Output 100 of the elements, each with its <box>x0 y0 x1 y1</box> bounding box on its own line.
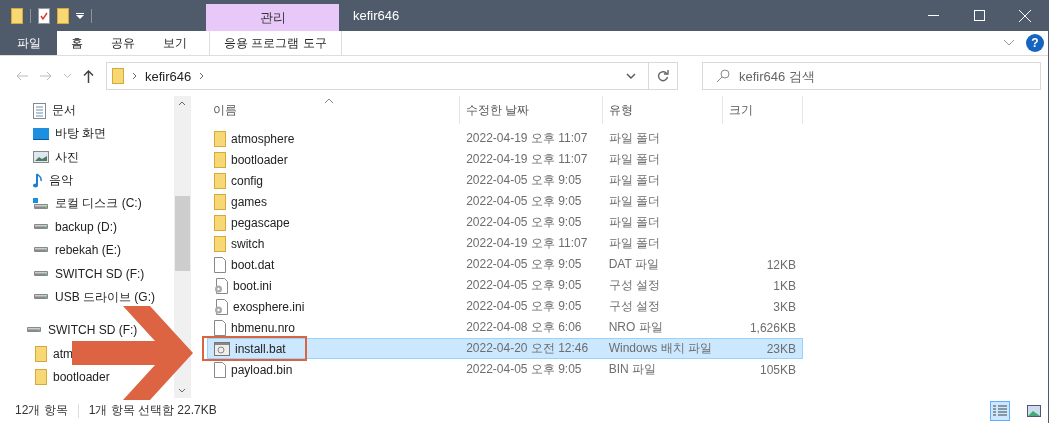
drive-icon <box>33 197 49 210</box>
chevron-icon[interactable] <box>199 72 205 80</box>
file-name: bootloader <box>231 152 288 167</box>
folder-icon <box>214 151 226 168</box>
gear-file-icon <box>214 298 228 315</box>
file-row[interactable]: games 2022-04-05 오후 9:05 파일 폴더 <box>207 191 803 212</box>
sidebar-item[interactable]: SWITCH SD (F:) <box>26 318 138 342</box>
help-button[interactable]: ? <box>1026 34 1044 52</box>
size-cell: 1,626KB <box>749 320 796 335</box>
type-cell: 파일 폴더 <box>608 172 660 189</box>
scroll-down-icon[interactable] <box>178 388 186 393</box>
landscape-icon <box>33 151 49 164</box>
sidebar-item[interactable]: 음악 <box>33 168 73 193</box>
close-icon <box>1019 9 1031 22</box>
minimize-icon <box>927 14 939 17</box>
type-cell: DAT 파일 <box>608 256 659 273</box>
file-icon <box>214 361 226 378</box>
sidebar-item[interactable]: atm <box>35 341 73 366</box>
type-cell: Windows 배치 파일 <box>608 340 712 357</box>
dropdown-icon[interactable] <box>76 12 84 19</box>
sidebar-item[interactable]: 문서 <box>33 99 76 123</box>
type-cell: 구성 설정 <box>608 298 660 315</box>
context-tab-header: 관리 <box>206 4 339 31</box>
column-header[interactable]: 이름 <box>207 96 460 124</box>
refresh-button[interactable] <box>648 62 678 90</box>
file-row[interactable]: payload.bin 2022-04-05 오후 9:05 BIN 파일 105KB <box>207 359 803 380</box>
file-icon <box>214 319 226 336</box>
file-row[interactable]: switch 2022-04-19 오후 11:07 파일 폴더 <box>207 233 803 254</box>
date-cell: 2022-04-05 오후 9:05 <box>466 298 582 315</box>
folder-icon <box>214 235 226 252</box>
scroll-up-icon[interactable] <box>178 101 186 106</box>
type-cell: 파일 폴더 <box>608 130 660 147</box>
refresh-icon <box>657 70 669 82</box>
column-header[interactable]: 유형 <box>603 96 723 124</box>
file-name: exosphere.ini <box>233 299 305 314</box>
sidebar-item[interactable]: 사진 <box>33 145 79 169</box>
chevron-icon[interactable] <box>132 72 137 80</box>
sidebar-item[interactable]: USB 드라이브 (G:) <box>33 285 155 309</box>
dropdown-icon[interactable] <box>626 73 636 79</box>
drive-icon <box>33 270 49 277</box>
type-cell: 파일 폴더 <box>608 151 660 168</box>
file-row[interactable]: atmosphere 2022-04-19 오후 11:07 파일 폴더 <box>207 128 803 149</box>
date-cell: 2022-04-19 오후 11:07 <box>466 151 588 168</box>
landscape-icon <box>1027 404 1041 417</box>
date-cell: 2022-04-05 오후 9:05 <box>466 277 582 294</box>
type-cell: 구성 설정 <box>608 277 660 294</box>
file-name: hbmenu.nro <box>231 320 296 335</box>
checklist-icon[interactable] <box>38 7 50 24</box>
document-icon <box>33 102 46 119</box>
sidebar-item[interactable]: SWITCH SD (F:) <box>33 262 145 286</box>
sidebar-item[interactable]: backup (D:) <box>33 215 118 239</box>
file-row[interactable]: bootloader 2022-04-19 오후 11:07 파일 폴더 <box>207 149 803 170</box>
file-name: config <box>231 173 264 188</box>
column-header[interactable]: 크기 <box>723 96 803 124</box>
size-cell: 12KB <box>766 257 796 272</box>
music-note-icon <box>33 172 43 189</box>
column-header[interactable]: 수정한 날짜 <box>460 96 603 124</box>
file-row[interactable]: config 2022-04-05 오후 9:05 파일 폴더 <box>207 170 803 191</box>
scroll-thumb[interactable] <box>174 196 190 271</box>
file-row[interactable]: hbmenu.nro 2022-04-08 오후 6:06 NRO 파일 1,626KB <box>207 317 803 338</box>
folder-icon <box>35 368 47 385</box>
folder-icon <box>214 214 226 231</box>
folder-icon[interactable] <box>57 7 69 24</box>
maximize-icon <box>973 10 985 21</box>
file-name: payload.bin <box>231 362 293 377</box>
date-cell: 2022-04-19 오후 11:07 <box>466 235 588 252</box>
folder-icon <box>214 130 226 147</box>
drive-icon <box>26 327 42 334</box>
date-cell: 2022-04-05 오후 9:05 <box>466 214 582 231</box>
file-row[interactable]: boot.ini 2022-04-05 오후 9:05 구성 설정 1KB <box>207 275 803 296</box>
ribbon-tab[interactable]: 응용 프로그램 도구 <box>209 31 342 55</box>
file-name: switch <box>231 236 265 251</box>
file-row[interactable]: exosphere.ini 2022-04-05 오후 9:05 구성 설정 3KB <box>207 296 803 317</box>
size-cell: 1KB <box>773 278 796 293</box>
folder-icon[interactable] <box>11 7 23 24</box>
scrollbar[interactable] <box>174 96 190 398</box>
file-row[interactable]: pegascape 2022-04-05 오후 9:05 파일 폴더 <box>207 212 803 233</box>
sidebar-item[interactable]: bootloader <box>35 365 110 389</box>
drive-icon <box>33 247 49 254</box>
search-field[interactable]: kefir646 검색 <box>702 62 1041 90</box>
chevron-icon[interactable] <box>1004 40 1014 46</box>
type-cell: 파일 폴더 <box>608 193 660 210</box>
sidebar-item[interactable]: 로컬 디스크 (C:) <box>33 192 142 216</box>
breadcrumb[interactable]: kefir646 <box>145 68 192 84</box>
ribbon-tab[interactable]: 파일 <box>0 31 57 55</box>
sidebar-item[interactable]: 바탕 화면 <box>33 122 107 146</box>
date-cell: 2022-04-19 오후 11:07 <box>466 130 588 147</box>
up-icon[interactable] <box>83 69 94 83</box>
list-icon <box>993 404 1007 417</box>
folder-icon <box>112 68 124 84</box>
size-cell: 3KB <box>773 299 796 314</box>
details-view-button[interactable] <box>990 400 1010 421</box>
date-cell: 2022-04-20 오전 12:46 <box>466 340 589 357</box>
file-row[interactable]: boot.dat 2022-04-05 오후 9:05 DAT 파일 12KB <box>207 254 803 275</box>
address-field[interactable]: kefir646 <box>106 62 649 90</box>
file-name: install.bat <box>235 341 286 356</box>
file-name: atmosphere <box>231 131 295 146</box>
type-cell: 파일 폴더 <box>608 214 660 231</box>
sidebar-item[interactable]: rebekah (E:) <box>33 238 122 263</box>
drive-icon <box>33 224 49 231</box>
